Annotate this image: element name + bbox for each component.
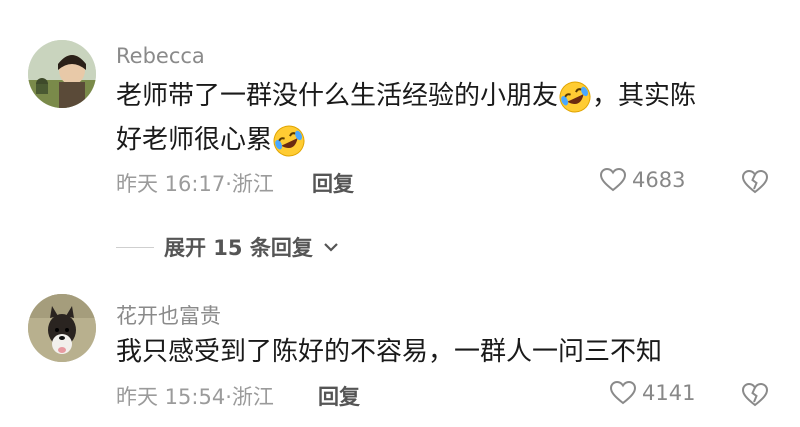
comment-text-line1: 老师带了一群没什么生活经验的小朋友 <box>116 81 559 111</box>
dislike-button[interactable] <box>741 382 769 411</box>
like-button[interactable]: 4141 <box>610 381 695 405</box>
heart-icon <box>600 168 626 192</box>
comment-text-line2: 好老师很心累 <box>116 125 273 155</box>
avatar-photo <box>28 40 96 108</box>
comment-1: Rebecca 老师带了一群没什么生活经验的小朋友 ，其实陈 好老师很心累 昨天… <box>0 0 800 220</box>
comment-username[interactable]: Rebecca <box>116 44 205 68</box>
divider-line <box>116 246 154 248</box>
avatar-photo <box>28 294 96 362</box>
heart-icon <box>610 381 636 405</box>
comment-time-location: 昨天 15:54·浙江 <box>116 385 274 409</box>
like-count: 4683 <box>632 168 686 192</box>
broken-heart-icon <box>741 382 769 407</box>
dislike-button[interactable] <box>741 169 769 198</box>
comment-text: 我只感受到了陈好的不容易，一群人一问三不知 <box>116 337 663 367</box>
comment-text-line1-end: ，其实陈 <box>592 81 697 111</box>
comment-time-location: 昨天 16:17·浙江 <box>116 172 274 196</box>
avatar[interactable] <box>28 40 96 108</box>
rolling-on-floor-laughing-emoji <box>273 125 305 156</box>
expand-replies-label: 展开 15 条回复 <box>164 236 313 260</box>
comment-username[interactable]: 花开也富贵 <box>116 300 221 330</box>
comment-text: 老师带了一群没什么生活经验的小朋友 ，其实陈 好老师很心累 <box>116 74 696 162</box>
like-button[interactable]: 4683 <box>600 168 685 192</box>
broken-heart-icon <box>741 169 769 194</box>
avatar[interactable] <box>28 294 96 362</box>
reply-button[interactable]: 回复 <box>312 168 354 198</box>
expand-replies[interactable]: 展开 15 条回复 <box>116 232 339 262</box>
comment-2: 花开也富贵 我只感受到了陈好的不容易，一群人一问三不知 昨天 15:54·浙江 … <box>0 280 800 427</box>
reply-button[interactable]: 回复 <box>318 381 360 411</box>
chevron-down-icon <box>324 243 338 252</box>
rolling-on-floor-laughing-emoji <box>559 81 591 112</box>
like-count: 4141 <box>642 381 696 405</box>
